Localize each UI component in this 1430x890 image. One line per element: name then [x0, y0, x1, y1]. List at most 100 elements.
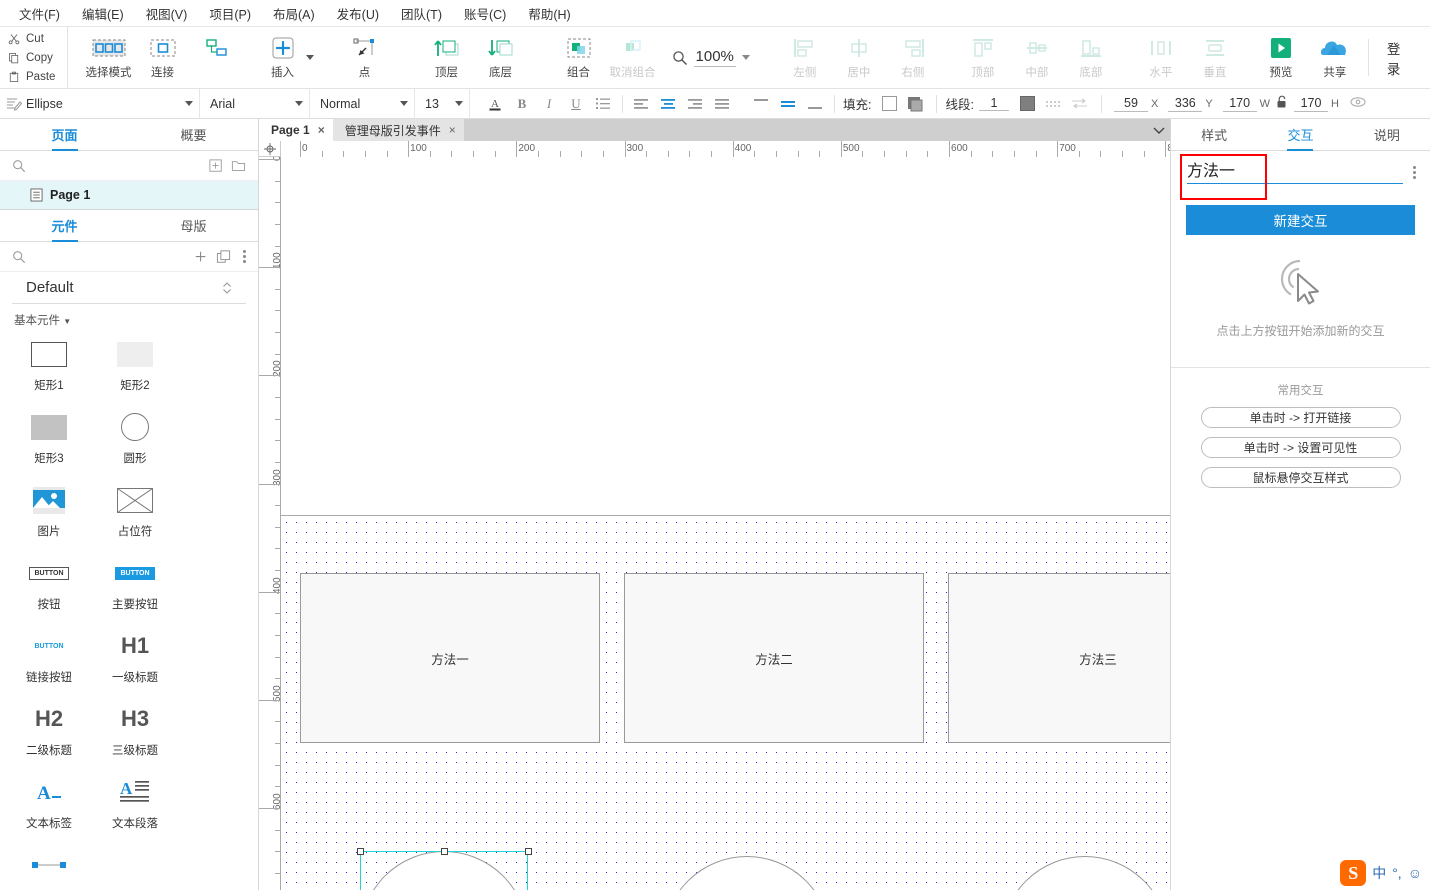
- resize-handle-nw[interactable]: [357, 848, 364, 855]
- tab-widgets[interactable]: 元件: [0, 210, 129, 241]
- design-canvas[interactable]: 方法一 方法二 方法三: [281, 516, 1170, 890]
- widget-h3[interactable]: H3 三级标题: [92, 697, 178, 770]
- vertical-ruler[interactable]: 0100200300400500600700: [259, 157, 281, 890]
- tab-interactions[interactable]: 交互: [1257, 119, 1343, 150]
- widget-name-more-icon[interactable]: [1403, 166, 1416, 179]
- arrow-style-button[interactable]: [1067, 91, 1093, 117]
- menu-item-team[interactable]: 团队(T): [390, 0, 453, 27]
- lock-ratio-icon[interactable]: [1276, 95, 1288, 112]
- align-left-button[interactable]: 左侧: [778, 30, 832, 86]
- connect-button[interactable]: 连接: [136, 30, 190, 86]
- close-icon[interactable]: ×: [449, 123, 456, 137]
- select-mode-button[interactable]: 选择模式: [82, 30, 136, 86]
- tab-masters[interactable]: 母版: [129, 210, 258, 241]
- underline-button[interactable]: U: [563, 91, 589, 117]
- distribute-vertical-button[interactable]: 垂直: [1188, 30, 1242, 86]
- ungroup-button[interactable]: 取消组合: [606, 30, 660, 86]
- insert-dropdown-button[interactable]: [306, 55, 314, 60]
- menu-item-file[interactable]: 文件(F): [8, 0, 71, 27]
- zoom-control[interactable]: 100%: [672, 27, 750, 88]
- canvas-vertical-scrollbar[interactable]: [1159, 516, 1169, 890]
- widget-text-label[interactable]: A 文本标签: [6, 770, 92, 843]
- add-library-icon[interactable]: [194, 250, 208, 264]
- align-center-button[interactable]: 居中: [832, 30, 886, 86]
- library-select[interactable]: Default: [12, 272, 246, 304]
- cut-button[interactable]: Cut: [8, 30, 67, 48]
- menu-item-publish[interactable]: 发布(U): [326, 0, 390, 27]
- widget-h2[interactable]: H2 二级标题: [6, 697, 92, 770]
- tab-style[interactable]: 样式: [1171, 119, 1257, 150]
- horizontal-ruler[interactable]: 0100200300400500600700800: [281, 141, 1170, 516]
- ime-mode-label[interactable]: 中: [1372, 863, 1386, 883]
- font-family-select[interactable]: Arial: [200, 89, 310, 119]
- bold-button[interactable]: B: [509, 91, 535, 117]
- send-back-button[interactable]: 底层: [474, 30, 528, 86]
- insert-button[interactable]: 插入: [256, 30, 310, 86]
- preview-button[interactable]: 预览: [1254, 30, 1308, 86]
- italic-button[interactable]: I: [536, 91, 562, 117]
- resize-handle-n[interactable]: [441, 848, 448, 855]
- font-size-select[interactable]: 13: [415, 89, 470, 119]
- add-folder-icon[interactable]: [231, 159, 246, 173]
- widget-name-input[interactable]: [1187, 160, 1403, 184]
- font-color-button[interactable]: A: [482, 91, 508, 117]
- close-icon[interactable]: ×: [318, 123, 325, 137]
- line-style-button[interactable]: [1041, 91, 1067, 117]
- widget-image[interactable]: 图片: [6, 478, 92, 551]
- line-width-input[interactable]: [979, 96, 1009, 111]
- group-button[interactable]: 组合: [552, 30, 606, 86]
- canvas-tab-overflow-icon[interactable]: [1152, 124, 1166, 138]
- search-icon[interactable]: [12, 250, 26, 264]
- fill-color-button[interactable]: [876, 91, 902, 117]
- h-input[interactable]: [1294, 96, 1328, 112]
- canvas-rect-3[interactable]: 方法三: [948, 573, 1170, 743]
- canvas-rect-2[interactable]: 方法二: [624, 573, 924, 743]
- widget-link-button[interactable]: BUTTON 链接按钮: [6, 624, 92, 697]
- widget-rect2[interactable]: 矩形2: [92, 332, 178, 405]
- widget-circle[interactable]: 圆形: [92, 405, 178, 478]
- x-input[interactable]: [1114, 96, 1148, 112]
- align-text-left-button[interactable]: [629, 91, 655, 117]
- search-icon[interactable]: [12, 159, 26, 173]
- paste-button[interactable]: Paste: [8, 68, 67, 86]
- fill-gradient-button[interactable]: [902, 91, 928, 117]
- align-text-justify-button[interactable]: [710, 91, 736, 117]
- canvas-ellipse-2[interactable]: [663, 856, 831, 890]
- common-interaction-hover-style[interactable]: 鼠标悬停交互样式: [1201, 467, 1401, 488]
- menu-item-account[interactable]: 账号(C): [453, 0, 517, 27]
- align-text-center-button[interactable]: [656, 91, 682, 117]
- point-button[interactable]: 点: [338, 30, 392, 86]
- align-top-button[interactable]: 顶部: [956, 30, 1010, 86]
- new-interaction-button[interactable]: 新建交互: [1186, 205, 1415, 235]
- tab-pages[interactable]: 页面: [0, 119, 129, 150]
- align-right-button[interactable]: 右侧: [886, 30, 940, 86]
- shape-type-select[interactable]: Ellipse: [0, 89, 200, 119]
- visibility-eye-icon[interactable]: [1350, 96, 1366, 111]
- valign-bottom-button[interactable]: [802, 91, 828, 117]
- widget-primary-button[interactable]: BUTTON 主要按钮: [92, 551, 178, 624]
- common-interaction-open-link[interactable]: 单击时 -> 打开链接: [1201, 407, 1401, 428]
- align-bottom-button[interactable]: 底部: [1064, 30, 1118, 86]
- page-item-page1[interactable]: Page 1: [0, 181, 258, 209]
- canvas-ellipse-3[interactable]: [1001, 856, 1169, 890]
- widget-rect1[interactable]: 矩形1: [6, 332, 92, 405]
- ime-punct-label[interactable]: °,: [1392, 865, 1402, 881]
- widget-placeholder[interactable]: 占位符: [92, 478, 178, 551]
- menu-item-view[interactable]: 视图(V): [135, 0, 199, 27]
- widget-h1[interactable]: H1 一级标题: [92, 624, 178, 697]
- share-button[interactable]: 共享: [1308, 30, 1362, 86]
- widget-horizontal-line[interactable]: 水平线: [6, 843, 92, 890]
- sogou-logo-icon[interactable]: S: [1340, 860, 1366, 886]
- valign-top-button[interactable]: [748, 91, 774, 117]
- ime-smiley-icon[interactable]: ☺: [1408, 865, 1422, 881]
- align-text-right-button[interactable]: [683, 91, 709, 117]
- line-color-button[interactable]: [1015, 91, 1041, 117]
- library-category[interactable]: 基本元件 ▼: [0, 304, 258, 332]
- chevron-down-icon[interactable]: [742, 55, 750, 60]
- widget-text-paragraph[interactable]: A 文本段落: [92, 770, 178, 843]
- tab-notes[interactable]: 说明: [1344, 119, 1430, 150]
- resize-handle-ne[interactable]: [525, 848, 532, 855]
- library-more-icon[interactable]: [239, 250, 246, 263]
- common-interaction-set-visibility[interactable]: 单击时 -> 设置可见性: [1201, 437, 1401, 458]
- bring-front-button[interactable]: 顶层: [420, 30, 474, 86]
